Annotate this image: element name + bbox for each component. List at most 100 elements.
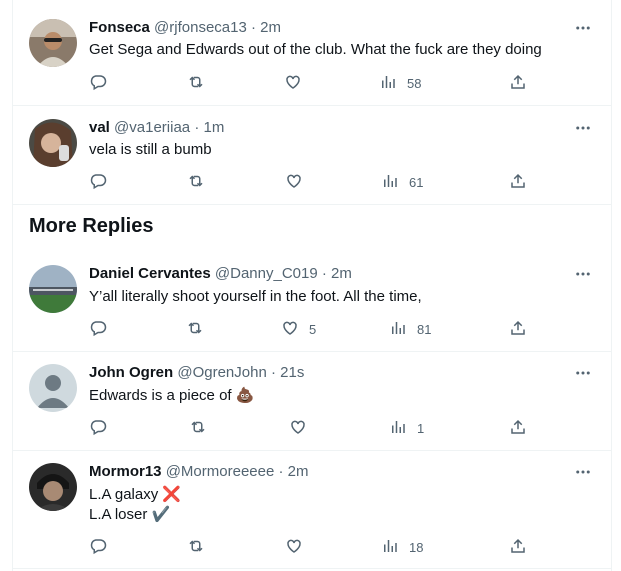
- action-bar: 1: [89, 418, 529, 438]
- tweet[interactable]: Mormor13 @Mormoreeeee · 2m L.A galaxy ❌ …: [13, 451, 611, 569]
- retweet-button[interactable]: [186, 319, 204, 339]
- reply-button[interactable]: [89, 319, 107, 339]
- timestamp[interactable]: 21s: [280, 364, 304, 381]
- share-button[interactable]: [509, 73, 527, 93]
- tweet-text: Y’all literally shoot yourself in the fo…: [89, 288, 422, 305]
- views-icon: [379, 73, 397, 94]
- share-button[interactable]: [509, 418, 527, 438]
- more-icon[interactable]: [573, 264, 593, 284]
- heart-icon: [285, 537, 303, 558]
- avatar[interactable]: [29, 119, 77, 167]
- views-count: 18: [409, 539, 424, 555]
- retweet-button[interactable]: [189, 418, 207, 438]
- tweet-text-line1: L.A galaxy ❌: [89, 486, 182, 503]
- views-icon: [381, 172, 399, 193]
- separator: ·: [194, 119, 200, 136]
- reply-button[interactable]: [89, 418, 107, 438]
- retweet-icon: [186, 319, 204, 340]
- tweet[interactable]: val @va1eriiaa · 1m vela is still a bumb…: [13, 106, 611, 205]
- share-icon: [509, 319, 527, 340]
- reply-icon: [89, 537, 107, 558]
- author-name[interactable]: John Ogren: [89, 364, 173, 381]
- author-handle[interactable]: @rjfonseca13: [154, 19, 247, 36]
- more-icon[interactable]: [573, 118, 593, 138]
- views-count: 61: [409, 174, 424, 190]
- views-count: 1: [417, 420, 425, 436]
- author-name[interactable]: Daniel Cervantes: [89, 265, 211, 282]
- retweet-icon: [187, 537, 205, 558]
- avatar[interactable]: [29, 265, 77, 313]
- more-icon[interactable]: [573, 462, 593, 482]
- heart-icon: [289, 418, 307, 439]
- reply-icon: [89, 319, 107, 340]
- action-bar: 5 81: [89, 319, 529, 339]
- tweet-text: vela is still a bumb: [89, 141, 212, 158]
- more-icon[interactable]: [573, 363, 593, 383]
- tweet-text-line2: L.A loser ✔️: [89, 506, 171, 523]
- action-bar: 61: [89, 172, 529, 192]
- author-handle[interactable]: @va1eriiaa: [114, 119, 190, 136]
- views-count: 58: [407, 75, 422, 91]
- views-icon: [389, 418, 407, 439]
- separator: ·: [278, 463, 284, 480]
- author-name[interactable]: Mormor13: [89, 463, 162, 480]
- author-handle[interactable]: @Mormoreeeee: [166, 463, 275, 480]
- share-icon: [509, 172, 527, 193]
- reply-button[interactable]: [89, 73, 107, 93]
- more-icon[interactable]: [573, 18, 593, 38]
- share-icon: [509, 418, 527, 439]
- tweet[interactable]: Fonseca @rjfonseca13 · 2m Get Sega and E…: [13, 0, 611, 106]
- tweet[interactable]: Daniel Cervantes @Danny_C019 · 2m Y’all …: [13, 253, 611, 352]
- avatar[interactable]: [29, 364, 77, 412]
- reply-icon: [89, 172, 107, 193]
- views-icon: [389, 319, 407, 340]
- author-name[interactable]: Fonseca: [89, 19, 150, 36]
- separator: ·: [250, 19, 256, 36]
- views-icon: [381, 537, 399, 558]
- retweet-icon: [187, 73, 205, 94]
- views-count: 81: [417, 321, 432, 337]
- reply-icon: [89, 418, 107, 439]
- action-bar: 18: [89, 537, 529, 557]
- timestamp[interactable]: 2m: [331, 265, 352, 282]
- share-button[interactable]: [509, 537, 527, 557]
- reply-button[interactable]: [89, 172, 107, 192]
- retweet-icon: [187, 172, 205, 193]
- share-button[interactable]: [509, 172, 527, 192]
- heart-icon: [285, 172, 303, 193]
- views-button[interactable]: 58: [379, 73, 421, 93]
- tweet[interactable]: John Ogren @OgrenJohn · 21s Edwards is a…: [13, 352, 611, 451]
- like-button[interactable]: [284, 73, 302, 93]
- retweet-button[interactable]: [187, 537, 205, 557]
- share-icon: [509, 73, 527, 94]
- separator: ·: [270, 364, 276, 381]
- heart-icon: [284, 73, 302, 94]
- timestamp[interactable]: 2m: [288, 463, 309, 480]
- author-name[interactable]: val: [89, 119, 110, 136]
- reply-button[interactable]: [89, 537, 107, 557]
- views-button[interactable]: 81: [389, 319, 431, 339]
- author-handle[interactable]: @OgrenJohn: [177, 364, 266, 381]
- like-button[interactable]: 5: [281, 319, 316, 339]
- views-button[interactable]: 61: [381, 172, 423, 192]
- tweet-text: Edwards is a piece of 💩: [89, 387, 255, 404]
- tweet-text: Get Sega and Edwards out of the club. Wh…: [89, 41, 542, 58]
- like-button[interactable]: [289, 418, 307, 438]
- reply-icon: [89, 73, 107, 94]
- retweet-button[interactable]: [187, 172, 205, 192]
- retweet-icon: [189, 418, 207, 439]
- views-button[interactable]: 1: [389, 418, 424, 438]
- author-handle[interactable]: @Danny_C019: [215, 265, 318, 282]
- share-button[interactable]: [509, 319, 527, 339]
- retweet-button[interactable]: [187, 73, 205, 93]
- share-icon: [509, 537, 527, 558]
- more-replies-heading: More Replies: [29, 215, 154, 237]
- views-button[interactable]: 18: [381, 537, 423, 557]
- timestamp[interactable]: 1m: [203, 119, 224, 136]
- avatar[interactable]: [29, 463, 77, 511]
- like-button[interactable]: [285, 172, 303, 192]
- like-button[interactable]: [285, 537, 303, 557]
- avatar[interactable]: [29, 19, 77, 67]
- timestamp[interactable]: 2m: [260, 19, 281, 36]
- heart-icon: [281, 319, 299, 340]
